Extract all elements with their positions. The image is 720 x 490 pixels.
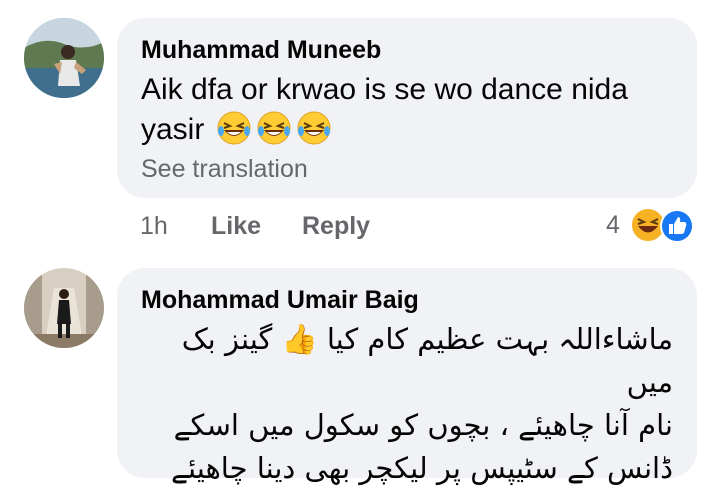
laughing-emoji-icon — [217, 111, 331, 156]
comment-text-word: yasir — [141, 113, 205, 146]
like-reaction-icon — [660, 209, 694, 248]
avatar-photo — [24, 268, 104, 348]
comment-text-line-1: Aik dfa or krwao is se wo dance nida — [141, 73, 628, 106]
comment-text-line-2: yasir — [141, 110, 691, 156]
avatar[interactable] — [24, 268, 104, 348]
see-translation-link[interactable]: See translation — [141, 155, 308, 184]
comment-bubble: Muhammad Muneeb Aik dfa or krwao is se w… — [117, 18, 697, 198]
comment-text: ماشاءاللہ بہت عظیم کام کیا 👍 گینز بک میں… — [141, 318, 673, 490]
comment-timestamp[interactable]: 1h — [140, 212, 168, 241]
comment-author[interactable]: Muhammad Muneeb — [141, 36, 381, 65]
comment-text-line: ماشاءاللہ بہت عظیم کام کیا 👍 گینز بک میں — [181, 322, 673, 399]
comment-bubble: Mohammad Umair Baig ماشاءاللہ بہت عظیم ک… — [117, 268, 697, 485]
reply-button[interactable]: Reply — [302, 212, 370, 241]
comment-text-line: نام آنا چاهیئے ، بچوں کو سکول میں اسکے — [173, 408, 673, 442]
reaction-summary[interactable]: 4 — [606, 205, 700, 245]
comment-text: Aik dfa or krwao is se wo dance nida yas… — [141, 70, 691, 156]
like-button[interactable]: Like — [211, 212, 261, 241]
comment-text-line: ڈانس کے سٹیپس پر لیکچر بهی دینا چاهیئے — [171, 451, 673, 485]
comment-author[interactable]: Mohammad Umair Baig — [141, 286, 419, 315]
avatar[interactable] — [24, 18, 104, 98]
avatar-photo — [24, 18, 104, 98]
reaction-count: 4 — [606, 211, 620, 239]
